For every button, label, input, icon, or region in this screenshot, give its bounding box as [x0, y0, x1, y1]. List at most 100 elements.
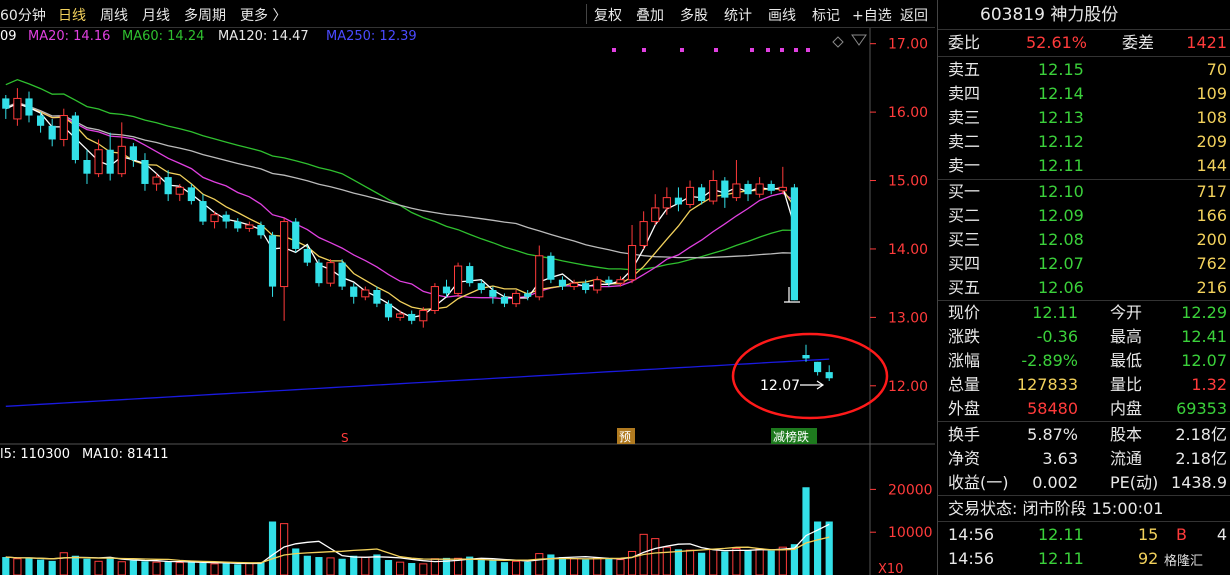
candle-body	[303, 248, 311, 263]
stock-title: 603819 神力股份	[938, 0, 1230, 30]
volume-bar	[721, 551, 729, 575]
bid-price: 12.07	[1038, 254, 1084, 273]
volume-bar	[245, 562, 254, 575]
event-markers: S 预 减榜跌	[341, 428, 817, 445]
ask-price: 12.13	[1038, 108, 1084, 127]
ask-row: 卖四 12.14 109	[938, 82, 1230, 106]
bid-row: 买一 12.10 717	[938, 180, 1230, 204]
bid-volume: 762	[1196, 254, 1227, 273]
stat-value: 69353	[1176, 399, 1227, 418]
candle-body	[814, 361, 822, 373]
candle-body	[535, 255, 544, 298]
volume-bar	[477, 560, 485, 575]
ask-volume: 144	[1196, 156, 1227, 175]
bid-label: 买四	[948, 254, 981, 273]
bid-price: 12.06	[1038, 278, 1084, 297]
ask-row: 卖二 12.12 209	[938, 130, 1230, 154]
candle-body	[2, 98, 10, 109]
volume-bar	[685, 549, 695, 575]
candle-body	[257, 225, 265, 236]
ask-price: 12.11	[1038, 156, 1084, 175]
tick-time: 14:56	[948, 525, 995, 544]
volume-bar	[292, 548, 300, 575]
volume-bar	[268, 521, 277, 575]
drop-marker: 减榜跌	[773, 429, 809, 444]
stat-row: 总量 127833 量比 1.32	[938, 373, 1230, 397]
ask-price: 12.12	[1038, 132, 1084, 151]
volume-bar	[222, 563, 230, 575]
volume-bar	[59, 552, 68, 575]
candle-body	[48, 125, 56, 140]
candle-body	[698, 187, 706, 202]
tick-count: 4	[1216, 525, 1227, 544]
volume-bar	[419, 563, 428, 575]
weicha-value: 1421	[1186, 33, 1227, 52]
volume-bar	[709, 548, 718, 575]
volume-bar	[315, 557, 323, 575]
ask-label: 卖五	[948, 60, 981, 79]
stat-label: 最高	[1110, 327, 1143, 346]
tick-row: 14:56 12.11 15 B 4	[938, 523, 1230, 547]
candle-body	[767, 183, 775, 191]
volume-bar	[755, 548, 764, 575]
bid-price: 12.09	[1038, 206, 1084, 225]
volume-ma5-line	[5, 523, 830, 565]
candle-body	[373, 290, 381, 304]
stock-code: 603819	[980, 5, 1045, 25]
candle-body	[25, 98, 33, 116]
fundamental-label: 流通	[1110, 449, 1143, 468]
candle-body	[36, 115, 45, 126]
stat-value: 1.32	[1191, 375, 1227, 394]
volume-unit-label: X10	[878, 562, 903, 575]
candle-body	[141, 160, 149, 184]
ask-volume: 109	[1196, 84, 1227, 103]
price-tick-label: 13.00	[888, 310, 928, 326]
candle-body	[453, 265, 463, 294]
price-tick-label: 12.00	[888, 379, 928, 395]
volume-bar	[141, 561, 149, 575]
price-volume-chart[interactable]: 17.00 16.00 15.00 14.00 13.00 12.00 20000 1000…	[0, 0, 935, 575]
moving-average-lines	[5, 79, 830, 407]
collapse-triangle-icon[interactable]	[851, 34, 867, 46]
tick-volume: 92	[1138, 549, 1159, 568]
chart-area[interactable]: 60分钟 日线 周线 月线 多周期 更多 〉 复权 叠加 多股 统计 画线 标记…	[0, 0, 935, 575]
candle-body	[361, 289, 370, 298]
bid-row: 买二 12.09 166	[938, 204, 1230, 228]
stat-row: 外盘 58480 内盘 69353	[938, 397, 1230, 421]
candle-body	[13, 97, 22, 120]
trade-status: 交易状态: 闭市阶段 15:00:01	[948, 499, 1164, 518]
signal-dot	[780, 48, 784, 52]
candle-body	[175, 186, 184, 195]
stat-value: -0.36	[1036, 327, 1078, 346]
trade-status-row: 交易状态: 闭市阶段 15:00:01	[938, 497, 1230, 521]
candle-body	[639, 221, 648, 247]
candle-body	[106, 149, 114, 174]
volume-bar	[71, 555, 79, 575]
volume-bar	[303, 555, 311, 575]
stat-label: 涨跌	[948, 327, 981, 346]
signal-dot	[750, 48, 754, 52]
stock-name: 神力股份	[1050, 5, 1119, 25]
candle-body	[187, 187, 195, 202]
diamond-icon[interactable]	[832, 36, 844, 48]
stat-value: 12.11	[1032, 303, 1078, 322]
candle-body	[315, 262, 323, 284]
bid-volume: 166	[1196, 206, 1227, 225]
volume-bar	[732, 547, 741, 575]
stat-label: 今开	[1110, 303, 1143, 322]
tick-price: 12.11	[1038, 525, 1084, 544]
bid-label: 买一	[948, 182, 981, 201]
candle-body	[558, 279, 567, 287]
tick-price: 12.11	[1038, 549, 1084, 568]
stat-value: 58480	[1027, 399, 1078, 418]
volume-bar	[547, 554, 555, 575]
candle-body	[651, 207, 660, 223]
candle-body	[396, 313, 405, 318]
annotation-circle	[731, 332, 889, 420]
candle-body	[569, 282, 579, 288]
candle-body	[744, 183, 752, 195]
fundamental-value: 5.87%	[1027, 425, 1078, 444]
signal-dot	[612, 48, 616, 52]
volume-bar	[651, 538, 660, 575]
stat-value: 12.29	[1181, 303, 1227, 322]
